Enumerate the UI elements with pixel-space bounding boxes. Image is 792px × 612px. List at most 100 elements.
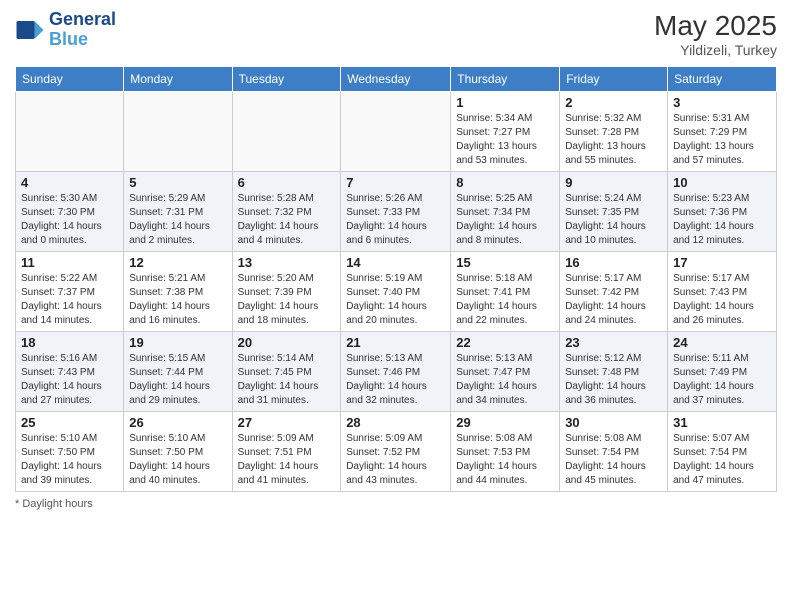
logo: GeneralBlue xyxy=(15,10,116,50)
week-row-4: 18 Sunrise: 5:16 AM Sunset: 7:43 PM Dayli… xyxy=(16,332,777,412)
day-number: 18 xyxy=(21,335,118,350)
day-number: 4 xyxy=(21,175,118,190)
calendar-cell: 9 Sunrise: 5:24 AM Sunset: 7:35 PM Daylig… xyxy=(560,172,668,252)
day-number: 11 xyxy=(21,255,118,270)
page: GeneralBlue May 2025 Yildizeli, Turkey S… xyxy=(0,0,792,612)
day-number: 21 xyxy=(346,335,445,350)
header: GeneralBlue May 2025 Yildizeli, Turkey xyxy=(15,10,777,58)
calendar: Sunday Monday Tuesday Wednesday Thursday… xyxy=(15,66,777,492)
day-number: 29 xyxy=(456,415,554,430)
day-info: Sunrise: 5:11 AM Sunset: 7:49 PM Dayligh… xyxy=(673,352,771,408)
day-info: Sunrise: 5:31 AM Sunset: 7:29 PM Dayligh… xyxy=(673,112,771,168)
calendar-cell: 3Sunrise: 5:31 AM Sunset: 7:29 PM Daylig… xyxy=(668,92,777,172)
day-info: Sunrise: 5:32 AM Sunset: 7:28 PM Dayligh… xyxy=(565,112,662,168)
col-wednesday: Wednesday xyxy=(341,67,451,92)
day-number: 24 xyxy=(673,335,771,350)
day-number: 22 xyxy=(456,335,554,350)
calendar-cell: 10 Sunrise: 5:23 AM Sunset: 7:36 PM Dayli… xyxy=(668,172,777,252)
day-info: Sunrise: 5:20 AM Sunset: 7:39 PM Dayligh… xyxy=(238,272,336,328)
calendar-cell: 23 Sunrise: 5:12 AM Sunset: 7:48 PM Dayli… xyxy=(560,332,668,412)
day-info: Sunrise: 5:13 AM Sunset: 7:47 PM Dayligh… xyxy=(456,352,554,408)
day-info: Sunrise: 5:16 AM Sunset: 7:43 PM Dayligh… xyxy=(21,352,118,408)
col-monday: Monday xyxy=(124,67,232,92)
calendar-cell: 27 Sunrise: 5:09 AM Sunset: 7:51 PM Dayli… xyxy=(232,412,341,492)
day-number: 13 xyxy=(238,255,336,270)
day-info: Sunrise: 5:24 AM Sunset: 7:35 PM Dayligh… xyxy=(565,192,662,248)
day-number: 25 xyxy=(21,415,118,430)
calendar-cell: 6 Sunrise: 5:28 AM Sunset: 7:32 PM Daylig… xyxy=(232,172,341,252)
daylight-label: Daylight hours xyxy=(22,498,92,510)
day-info: Sunrise: 5:10 AM Sunset: 7:50 PM Dayligh… xyxy=(129,432,226,488)
month-title: May 2025 xyxy=(654,10,777,42)
day-info: Sunrise: 5:26 AM Sunset: 7:33 PM Dayligh… xyxy=(346,192,445,248)
day-info: Sunrise: 5:25 AM Sunset: 7:34 PM Dayligh… xyxy=(456,192,554,248)
day-number: 5 xyxy=(129,175,226,190)
day-info: Sunrise: 5:13 AM Sunset: 7:46 PM Dayligh… xyxy=(346,352,445,408)
calendar-cell: 15 Sunrise: 5:18 AM Sunset: 7:41 PM Dayli… xyxy=(451,252,560,332)
day-info: Sunrise: 5:17 AM Sunset: 7:42 PM Dayligh… xyxy=(565,272,662,328)
calendar-cell: 2 Sunrise: 5:32 AM Sunset: 7:28 PM Daylig… xyxy=(560,92,668,172)
col-sunday: Sunday xyxy=(16,67,124,92)
location: Yildizeli, Turkey xyxy=(654,42,777,58)
day-info: Sunrise: 5:23 AM Sunset: 7:36 PM Dayligh… xyxy=(673,192,771,248)
day-number: 28 xyxy=(346,415,445,430)
calendar-cell: 20Sunrise: 5:14 AM Sunset: 7:45 PM Dayli… xyxy=(232,332,341,412)
day-number: 17 xyxy=(673,255,771,270)
day-info: Sunrise: 5:28 AM Sunset: 7:32 PM Dayligh… xyxy=(238,192,336,248)
calendar-cell: 12 Sunrise: 5:21 AM Sunset: 7:38 PM Dayli… xyxy=(124,252,232,332)
header-row: Sunday Monday Tuesday Wednesday Thursday… xyxy=(16,67,777,92)
day-number: 1 xyxy=(456,95,554,110)
week-row-1: 1 Sunrise: 5:34 AM Sunset: 7:27 PM Daylig… xyxy=(16,92,777,172)
col-tuesday: Tuesday xyxy=(232,67,341,92)
day-number: 31 xyxy=(673,415,771,430)
day-info: Sunrise: 5:12 AM Sunset: 7:48 PM Dayligh… xyxy=(565,352,662,408)
day-number: 8 xyxy=(456,175,554,190)
calendar-cell: 28 Sunrise: 5:09 AM Sunset: 7:52 PM Dayli… xyxy=(341,412,451,492)
day-number: 26 xyxy=(129,415,226,430)
calendar-cell: 5 Sunrise: 5:29 AM Sunset: 7:31 PM Daylig… xyxy=(124,172,232,252)
calendar-cell: 1 Sunrise: 5:34 AM Sunset: 7:27 PM Daylig… xyxy=(451,92,560,172)
day-number: 23 xyxy=(565,335,662,350)
logo-icon xyxy=(15,15,45,45)
day-number: 19 xyxy=(129,335,226,350)
day-info: Sunrise: 5:17 AM Sunset: 7:43 PM Dayligh… xyxy=(673,272,771,328)
calendar-cell: 26 Sunrise: 5:10 AM Sunset: 7:50 PM Dayli… xyxy=(124,412,232,492)
day-info: Sunrise: 5:34 AM Sunset: 7:27 PM Dayligh… xyxy=(456,112,554,168)
day-number: 12 xyxy=(129,255,226,270)
calendar-cell xyxy=(124,92,232,172)
col-saturday: Saturday xyxy=(668,67,777,92)
day-number: 2 xyxy=(565,95,662,110)
calendar-cell: 21 Sunrise: 5:13 AM Sunset: 7:46 PM Dayli… xyxy=(341,332,451,412)
day-info: Sunrise: 5:18 AM Sunset: 7:41 PM Dayligh… xyxy=(456,272,554,328)
day-info: Sunrise: 5:10 AM Sunset: 7:50 PM Dayligh… xyxy=(21,432,118,488)
day-info: Sunrise: 5:29 AM Sunset: 7:31 PM Dayligh… xyxy=(129,192,226,248)
calendar-cell: 31Sunrise: 5:07 AM Sunset: 7:54 PM Dayli… xyxy=(668,412,777,492)
calendar-cell: 18 Sunrise: 5:16 AM Sunset: 7:43 PM Dayli… xyxy=(16,332,124,412)
day-info: Sunrise: 5:09 AM Sunset: 7:51 PM Dayligh… xyxy=(238,432,336,488)
day-number: 15 xyxy=(456,255,554,270)
day-number: 10 xyxy=(673,175,771,190)
calendar-cell xyxy=(341,92,451,172)
day-number: 9 xyxy=(565,175,662,190)
day-number: 6 xyxy=(238,175,336,190)
day-number: 27 xyxy=(238,415,336,430)
day-info: Sunrise: 5:21 AM Sunset: 7:38 PM Dayligh… xyxy=(129,272,226,328)
logo-text: GeneralBlue xyxy=(49,10,116,50)
day-number: 7 xyxy=(346,175,445,190)
day-info: Sunrise: 5:19 AM Sunset: 7:40 PM Dayligh… xyxy=(346,272,445,328)
week-row-2: 4Sunrise: 5:30 AM Sunset: 7:30 PM Daylig… xyxy=(16,172,777,252)
day-number: 14 xyxy=(346,255,445,270)
calendar-cell: 22 Sunrise: 5:13 AM Sunset: 7:47 PM Dayli… xyxy=(451,332,560,412)
col-thursday: Thursday xyxy=(451,67,560,92)
calendar-cell: 24 Sunrise: 5:11 AM Sunset: 7:49 PM Dayli… xyxy=(668,332,777,412)
day-number: 30 xyxy=(565,415,662,430)
day-info: Sunrise: 5:22 AM Sunset: 7:37 PM Dayligh… xyxy=(21,272,118,328)
calendar-cell: 30Sunrise: 5:08 AM Sunset: 7:54 PM Dayli… xyxy=(560,412,668,492)
day-number: 20 xyxy=(238,335,336,350)
calendar-cell: 4Sunrise: 5:30 AM Sunset: 7:30 PM Daylig… xyxy=(16,172,124,252)
calendar-cell: 7 Sunrise: 5:26 AM Sunset: 7:33 PM Daylig… xyxy=(341,172,451,252)
week-row-3: 11 Sunrise: 5:22 AM Sunset: 7:37 PM Dayli… xyxy=(16,252,777,332)
day-info: Sunrise: 5:09 AM Sunset: 7:52 PM Dayligh… xyxy=(346,432,445,488)
day-info: Sunrise: 5:08 AM Sunset: 7:53 PM Dayligh… xyxy=(456,432,554,488)
calendar-cell: 25 Sunrise: 5:10 AM Sunset: 7:50 PM Dayli… xyxy=(16,412,124,492)
